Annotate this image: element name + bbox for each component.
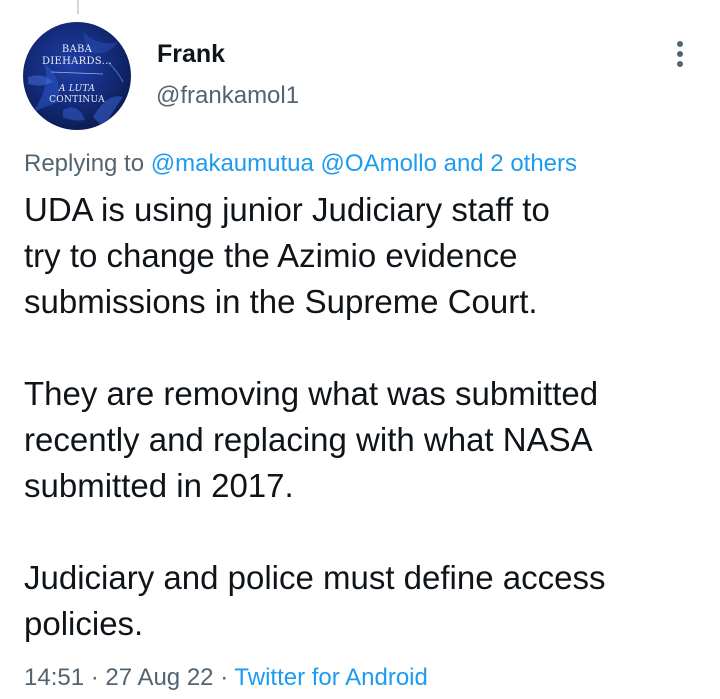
- avatar-text-line4: CONTINUA: [49, 95, 105, 105]
- tweet-source-link[interactable]: Twitter for Android: [234, 664, 427, 691]
- avatar-background-art: [28, 32, 124, 127]
- more-options-button[interactable]: [664, 36, 696, 72]
- tweet-metadata: 14:51 · 27 Aug 22 · Twitter for Android: [24, 664, 428, 692]
- author-display-name[interactable]: Frank: [157, 40, 225, 69]
- tweet-line: policies.: [24, 605, 144, 642]
- avatar-text-line2: DIEHARDS...: [41, 56, 113, 67]
- avatar-text-line1: BABA: [61, 44, 93, 55]
- mention-oamollo[interactable]: @OAmollo: [321, 150, 437, 177]
- tweet-line: submitted in 2017.: [24, 467, 294, 504]
- tweet-line: try to change the Azimio evidence: [24, 237, 518, 274]
- avatar-text-line3: A LUTA: [58, 84, 96, 94]
- thread-connector-line: [77, 0, 79, 14]
- tweet-body: UDA is using junior Judiciary staff to t…: [24, 187, 704, 647]
- author-handle[interactable]: @frankamol1: [156, 82, 299, 110]
- replying-to-line: Replying to @makaumutua @OAmollo and 2 o…: [24, 150, 577, 178]
- meta-separator: ·: [220, 664, 229, 691]
- avatar[interactable]: BABA DIEHARDS... A LUTA CONTINUA: [23, 22, 131, 130]
- tweet-line: They are removing what was submitted: [24, 375, 599, 412]
- tweet-time[interactable]: 14:51: [24, 664, 84, 691]
- tweet-line: Judiciary and police must define access: [24, 559, 606, 596]
- replying-to-label: Replying to: [24, 150, 145, 177]
- tweet-line: submissions in the Supreme Court.: [24, 283, 538, 320]
- tweet-line: recently and replacing with what NASA: [24, 421, 593, 458]
- meta-separator: ·: [90, 664, 99, 691]
- and-others-link[interactable]: and 2 others: [444, 150, 577, 177]
- mention-makaumutua[interactable]: @makaumutua: [151, 150, 314, 177]
- tweet-date[interactable]: 27 Aug 22: [105, 664, 213, 691]
- tweet-line: UDA is using junior Judiciary staff to: [24, 191, 550, 228]
